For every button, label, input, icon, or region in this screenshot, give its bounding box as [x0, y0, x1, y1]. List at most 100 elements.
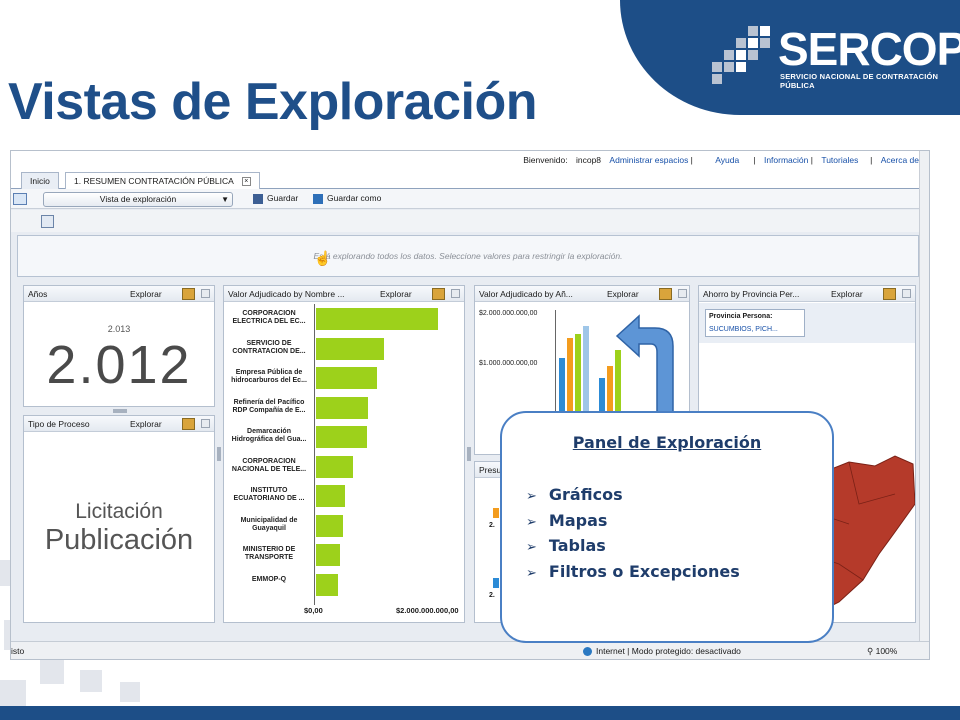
bar[interactable] — [316, 514, 344, 537]
filter-chip[interactable]: Provincia Persona: SUCUMBIOS, PICH... — [705, 309, 805, 337]
explore-link[interactable]: Explorar — [831, 289, 863, 299]
slide-title: Vistas de Exploración — [8, 73, 537, 131]
resize-handle[interactable] — [113, 409, 127, 413]
save-button[interactable]: Guardar — [253, 193, 298, 204]
vertical-scrollbar[interactable] — [919, 151, 929, 641]
save-as-label: Guardar como — [327, 193, 382, 203]
callout-item: Mapas — [526, 511, 740, 537]
y-tick-label: $2.000.000.000,00 — [479, 310, 538, 317]
explore-link[interactable]: Explorar — [380, 289, 412, 299]
explore-link[interactable]: Explorar — [607, 289, 639, 299]
tick-label: 2. — [489, 522, 495, 529]
exploration-panel-callout: Panel de Exploración Gráficos Mapas Tabl… — [500, 411, 834, 643]
tab-inicio[interactable]: Inicio — [21, 172, 59, 189]
zoom-icon: ⚲ — [867, 646, 876, 656]
panel-title: Ahorro by Provincia Per... — [703, 289, 800, 299]
close-icon[interactable] — [678, 289, 687, 298]
toolbar: Vista de exploración ▼ Guardar Guardar co… — [11, 189, 921, 209]
clipboard-icon[interactable] — [432, 288, 445, 300]
panel-header: Valor Adjudicado by Añ... Explorar — [475, 286, 689, 302]
filter-value: SUCUMBIOS, PICH... — [709, 326, 778, 333]
zoom-control[interactable]: ⚲ 100% — [867, 646, 897, 657]
info-message: Está explorando todos los datos. Selecci… — [313, 251, 623, 261]
close-icon[interactable] — [451, 289, 460, 298]
y-axis — [314, 304, 315, 605]
exploration-info-box: Está explorando todos los datos. Selecci… — [17, 235, 919, 277]
layout-icon[interactable] — [41, 215, 54, 228]
close-icon[interactable] — [201, 289, 210, 298]
link-tutoriales[interactable]: Tutoriales — [821, 155, 858, 165]
tab-resumen[interactable]: 1. RESUMEN CONTRATACIÓN PÚBLICA × — [65, 172, 260, 189]
column-bar[interactable] — [493, 578, 499, 588]
bar-category-label[interactable]: CORPORACION NACIONAL DE TELE... — [226, 458, 312, 474]
clipboard-icon[interactable] — [182, 418, 195, 430]
bar[interactable] — [316, 337, 385, 360]
save-as-button[interactable]: Guardar como — [313, 193, 381, 204]
panel-toggle-icon[interactable] — [13, 193, 27, 205]
panel-title: Valor Adjudicado by Añ... — [479, 289, 573, 299]
process-type-2[interactable]: Publicación — [24, 524, 214, 557]
link-informacion[interactable]: Información — [764, 155, 808, 165]
save-as-icon — [313, 193, 323, 204]
decor-square — [0, 680, 26, 706]
logo-subtitle: SERVICIO NACIONAL DE CONTRATACIÓN PÚBLIC… — [780, 72, 939, 90]
curved-arrow-icon — [615, 314, 674, 425]
year-secondary[interactable]: 2.013 — [24, 324, 214, 334]
close-icon[interactable] — [902, 289, 911, 298]
bar[interactable] — [316, 396, 368, 419]
link-administrar[interactable]: Administrar espacios — [609, 155, 688, 165]
resize-handle[interactable] — [467, 447, 471, 461]
bar[interactable] — [316, 544, 341, 566]
callout-title: Panel de Exploración — [572, 433, 762, 452]
callout-list: Gráficos Mapas Tablas Filtros o Excepcio… — [526, 485, 740, 587]
bar[interactable] — [316, 455, 354, 478]
x-axis-min: $0,00 — [304, 606, 323, 615]
bar[interactable] — [316, 426, 368, 448]
bar[interactable] — [316, 485, 345, 507]
bar[interactable] — [316, 308, 439, 330]
bar-category-label[interactable]: EMMOP-Q — [226, 576, 312, 584]
y-tick-label: $1.000.000.000,00 — [479, 360, 538, 367]
close-icon[interactable]: × — [241, 177, 251, 187]
bar-category-label[interactable]: SERVICIO DE CONTRATACION DE... — [226, 340, 312, 356]
clipboard-icon[interactable] — [883, 288, 896, 300]
panel-header: Tipo de Proceso Explorar — [24, 416, 214, 432]
tab-bar: Inicio 1. RESUMEN CONTRATACIÓN PÚBLICA × — [11, 169, 921, 189]
panel-anios: Años Explorar 2.013 2.012 — [23, 285, 215, 407]
close-icon[interactable] — [201, 419, 210, 428]
welcome-label: Bienvenido: — [523, 155, 568, 165]
explore-link[interactable]: Explorar — [130, 419, 162, 429]
link-acerca[interactable]: Acerca de — [881, 155, 919, 165]
bar-category-label[interactable]: Refinería del Pacífico RDP Compañía de E… — [226, 399, 312, 415]
explore-link[interactable]: Explorar — [130, 289, 162, 299]
link-ayuda[interactable]: Ayuda — [715, 155, 739, 165]
bar-category-label[interactable]: MINISTERIO DE TRANSPORTE — [226, 546, 312, 562]
year-value[interactable]: 2.012 — [24, 334, 214, 396]
panel-header: Valor Adjudicado by Nombre ... Explorar — [224, 286, 464, 302]
user-links: Bienvenido: incop8 Administrar espacios … — [523, 155, 919, 165]
panel-header: Años Explorar — [24, 286, 214, 302]
bar-category-label[interactable]: Empresa Pública de hidrocarburos del Ec.… — [226, 369, 312, 385]
process-type-1[interactable]: Licitación — [24, 500, 214, 524]
bar[interactable] — [316, 573, 338, 596]
status-text: isto — [11, 646, 25, 656]
bar-category-label[interactable]: Municipalidad de Guayaquil — [226, 517, 312, 533]
view-select[interactable]: Vista de exploración ▼ — [43, 192, 233, 207]
panel-title: Valor Adjudicado by Nombre ... — [228, 289, 345, 299]
zone-status: Internet | Modo protegido: desactivado — [583, 646, 741, 657]
username: incop8 — [575, 155, 602, 165]
clipboard-icon[interactable] — [659, 288, 672, 300]
clipboard-icon[interactable] — [182, 288, 195, 300]
filter-bar: Provincia Persona: SUCUMBIOS, PICH... — [699, 303, 915, 343]
decor-square — [120, 682, 140, 702]
x-axis-max: $2.000.000.000,00 — [396, 606, 459, 615]
column-bar[interactable] — [493, 508, 499, 518]
bar-category-label[interactable]: CORPORACION ELECTRICA DEL EC... — [226, 310, 312, 326]
bar-category-label[interactable]: INSTITUTO ECUATORIANO DE ... — [226, 487, 312, 503]
filter-label: Provincia Persona: — [709, 313, 773, 320]
resize-handle[interactable] — [217, 447, 221, 461]
user-bar: Bienvenido: incop8 Administrar espacios … — [11, 151, 921, 169]
bar-category-label[interactable]: Demarcación Hidrográfica del Gua... — [226, 428, 312, 444]
bar[interactable] — [316, 367, 378, 389]
tick-label: 2. — [489, 592, 495, 599]
